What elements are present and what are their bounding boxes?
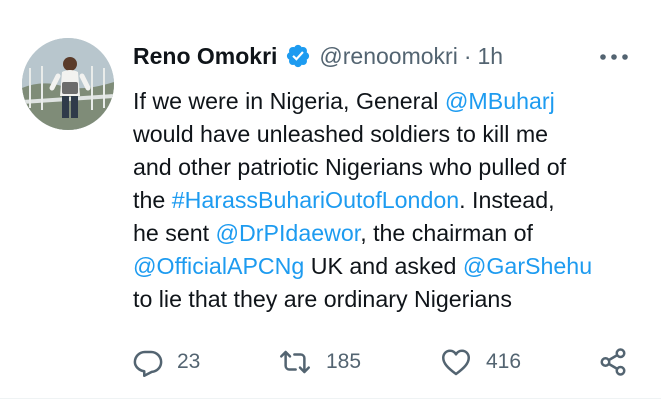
hashtag-link[interactable]: #HarassBuhariOutofLondon — [172, 187, 459, 213]
reply-count: 23 — [177, 350, 201, 373]
action-bar: 23 185 416 — [133, 344, 643, 380]
tweet-text: If we were in Nigeria, General @MBuharj w… — [133, 85, 643, 316]
mention-link[interactable]: @GarShehu — [463, 253, 592, 279]
reply-button[interactable]: 23 — [133, 344, 200, 380]
mention-link[interactable]: @MBuharj — [445, 88, 555, 114]
share-button[interactable] — [598, 344, 628, 380]
timestamp[interactable]: 1h — [478, 43, 504, 70]
text-segment: , the chairman of — [360, 220, 533, 246]
retweet-count: 185 — [326, 350, 362, 373]
text-segment: the — [133, 187, 172, 213]
tweet-text-line: the #HarassBuhariOutofLondon. Instead, — [133, 184, 643, 217]
like-button[interactable]: 416 — [440, 344, 521, 380]
text-segment: to lie that they are ordinary Nigerians — [133, 286, 512, 312]
tweet-text-line: and other patriotic Nigerians who pulled… — [133, 151, 643, 184]
avatar[interactable] — [22, 38, 114, 130]
separator-dot: · — [463, 42, 472, 69]
tweet-text-line: to lie that they are ordinary Nigerians — [133, 283, 643, 316]
retweet-icon — [278, 347, 312, 377]
author-handle[interactable]: @renoomokri — [319, 43, 457, 70]
tweet-header: Reno Omokri @renoomokri · 1h — [133, 40, 503, 72]
verified-badge-icon — [285, 43, 311, 69]
text-segment: he sent — [133, 220, 216, 246]
retweet-button[interactable]: 185 — [278, 344, 361, 380]
text-segment: and other patriotic Nigerians who pulled… — [133, 154, 567, 180]
text-segment: UK and asked — [304, 253, 463, 279]
text-segment: would have unleashed soldiers to kill me — [133, 121, 549, 147]
text-segment: If we were in Nigeria, General — [133, 88, 445, 114]
reply-icon — [133, 347, 163, 377]
tweet-card[interactable]: Reno Omokri @renoomokri · 1h If we were … — [0, 0, 661, 410]
like-count: 416 — [486, 350, 522, 373]
divider — [0, 398, 661, 399]
more-dots-icon[interactable] — [596, 44, 632, 70]
mention-link[interactable]: @OfficialAPCNg — [133, 253, 304, 279]
tweet-text-line: If we were in Nigeria, General @MBuharj — [133, 85, 643, 118]
tweet-text-line: he sent @DrPIdaewor, the chairman of — [133, 217, 643, 250]
author-name[interactable]: Reno Omokri — [133, 43, 277, 70]
text-segment: . Instead, — [459, 187, 555, 213]
share-icon — [598, 347, 628, 377]
mention-link[interactable]: @DrPIdaewor — [216, 220, 361, 246]
tweet-text-line: would have unleashed soldiers to kill me — [133, 118, 643, 151]
heart-icon — [440, 347, 472, 377]
tweet-text-line: @OfficialAPCNg UK and asked @GarShehu — [133, 250, 643, 283]
